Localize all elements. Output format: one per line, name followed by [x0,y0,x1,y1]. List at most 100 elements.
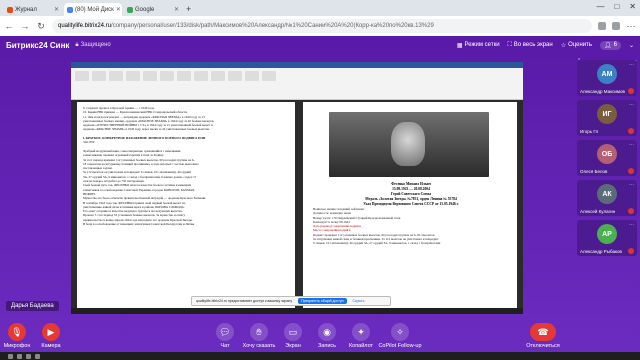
taskbar-app-icon[interactable] [17,353,22,359]
maximize-button[interactable]: □ [614,2,619,11]
shared-taskbar [71,308,523,314]
lock-icon: 🔒︎ [75,41,79,48]
participant-tile[interactable]: AM Александр Максимов ⋯ [577,60,637,96]
portrait-caption: Фесенко Михаил Ильич 15.09.1923 — 20.08.2… [313,182,509,246]
chat-button[interactable]: 💬︎ Чат [208,323,242,349]
minimize-button[interactable]: — [596,2,604,11]
screen-share-banner: qualitylife.bitrix24.ru предоставляет до… [191,296,391,306]
chevron-down-icon[interactable]: ⌄ [629,42,634,49]
more-icon[interactable]: ⋯ [629,222,634,228]
extension-icon[interactable] [598,22,606,30]
screen-icon: ▭ [284,323,302,341]
hide-banner-button[interactable]: Скрыть [353,299,365,303]
tab-google[interactable]: Google ✕ [124,3,182,16]
mic-muted-icon [628,168,634,174]
reload-icon[interactable]: ↻ [36,21,46,32]
google-favicon-icon [127,6,133,13]
tab-journal[interactable]: Журнал ✕ [4,3,62,16]
participant-name: Олеся Белов [580,169,608,174]
mic-off-icon: 🎙︎ [8,323,26,341]
participant-tile[interactable]: АК Алексей Кулагин ⋯ [577,180,637,216]
tab-label: Google [135,6,155,13]
mic-button[interactable]: 🎙︎ Микрофон [0,323,34,349]
disk-favicon-icon [67,6,73,13]
participant-tile[interactable]: AP Александр Рыбаков ⋯ [577,220,637,256]
hangup-button[interactable]: ☎︎ Отключиться [520,323,566,349]
call-top-bar: Битрикс24 Синк 🔒︎ Защищено ▦ Режим сетки… [0,36,640,54]
address-row: ← → ↻ qualitylife.bitrix24.ru /company/p… [0,16,640,36]
protected-label: Защищено [80,42,111,48]
avatar: АК [597,184,617,204]
participants-sidebar: AM Александр Максимов ⋯ ИГ Игорь Гл ⋯ ОБ Олеся … [577,60,637,330]
copilot-followup-icon: ✧ [391,323,409,341]
raise-hand-button[interactable]: ✋︎ Хочу сказать [242,323,276,349]
window-controls: — □ ✕ [596,2,636,11]
copilot-icon: ✦ [352,323,370,341]
close-icon[interactable]: ✕ [54,6,59,13]
presenter-name: Дарья Бадаева [6,301,59,311]
phone-hangup-icon: ☎︎ [530,323,556,341]
close-window-button[interactable]: ✕ [629,2,636,11]
participant-name: Алексей Кулагин [580,209,616,214]
participants-count-button[interactable]: 👤︎ 6 [600,40,621,50]
brand-logo: Битрикс24 Синк [6,40,70,50]
record-button[interactable]: ◉ Запись [310,323,344,349]
more-icon[interactable]: ⋯ [629,102,634,108]
grid-mode-button[interactable]: ▦ Режим сетки [457,42,500,49]
document-line: В боях за освобождение от немецких захва… [83,222,195,227]
participant-tile[interactable]: ОБ Олеся Белов ⋯ [577,140,637,176]
participant-name: Александр Максимов [580,89,625,94]
avatar: ИГ [597,104,617,124]
new-tab-button[interactable]: + [186,3,191,16]
chat-icon: 💬︎ [216,323,234,341]
copilot-button[interactable]: ✦ Копайлот [344,323,378,349]
camera-off-icon: ▶︎ [42,323,60,341]
back-arrow-icon[interactable]: ← [4,21,14,31]
more-icon[interactable]: ⋯ [629,182,634,188]
mic-muted-icon [628,248,634,254]
address-bar[interactable]: qualitylife.bitrix24.ru /company/persona… [52,19,592,33]
rate-button[interactable]: ☆ Оценить [561,42,592,49]
more-icon[interactable]: ⋯ [629,62,634,68]
tab-label: (80) Мой Диск [75,6,114,13]
taskbar-app-icon[interactable] [26,353,31,359]
camera-button[interactable]: ▶︎ Камера [34,323,68,349]
stop-sharing-button[interactable]: Прекратить общий доступ [298,298,347,304]
document-left: 9. Сержант прошел в Красной Армии — с 19… [77,102,295,308]
portrait-detail-line: 6 танков, 101 автомашину, 40 орудий ЗА, … [313,241,441,246]
close-icon[interactable]: ✕ [174,6,179,13]
start-icon[interactable] [8,353,13,359]
people-icon: 👤︎ [604,42,612,49]
star-icon: ☆ [560,42,567,49]
close-icon[interactable]: ✕ [116,6,121,13]
extension-icon[interactable] [612,22,620,30]
bitrix-call-app: Битрикс24 Синк 🔒︎ Защищено ▦ Режим сетки… [0,36,640,360]
forward-arrow-icon[interactable]: → [20,21,30,31]
share-banner-text: qualitylife.bitrix24.ru предоставляет до… [196,299,293,303]
tab-bar: Журнал ✕ (80) Мой Диск ✕ Google ✕ + [0,0,640,16]
browser-chrome: Журнал ✕ (80) Мой Диск ✕ Google ✕ + — □ … [0,0,640,36]
more-icon[interactable]: ⋯ [629,142,634,148]
avatar: AP [597,224,617,244]
screen-share-button[interactable]: ▭ Экран [276,323,310,349]
participant-name: Игорь Гл [580,129,599,134]
avatar: AM [597,64,617,84]
taskbar-app-icon[interactable] [35,353,40,359]
participant-name: Александр Рыбаков [580,249,622,254]
tab-my-disk[interactable]: (80) Мой Диск ✕ [64,3,122,16]
address-domain: qualitylife.bitrix24.ru [58,23,112,29]
ribbon-tools [71,68,523,84]
document-right: Фесенко Михаил Ильич 15.09.1923 — 20.08.2… [303,102,517,308]
copilot-followup-button[interactable]: ✧ CoPilot Follow-up [378,323,422,349]
fullscreen-button[interactable]: ⛶ Во весь экран [508,42,553,49]
address-path: /company/personal/user/133/disk/path/Мак… [111,23,434,29]
shared-screen: 9. Сержант прошел в Красной Армии — с 19… [71,62,523,314]
fullscreen-icon: ⛶ [507,41,512,48]
portrait-photo [329,112,489,177]
mic-muted-icon [628,128,634,134]
tab-label: Журнал [15,6,37,13]
avatar: ОБ [597,144,617,164]
menu-dots-icon[interactable]: ⋯ [626,21,636,32]
windows-taskbar [0,352,640,360]
participant-tile[interactable]: ИГ Игорь Гл ⋯ [577,100,637,136]
